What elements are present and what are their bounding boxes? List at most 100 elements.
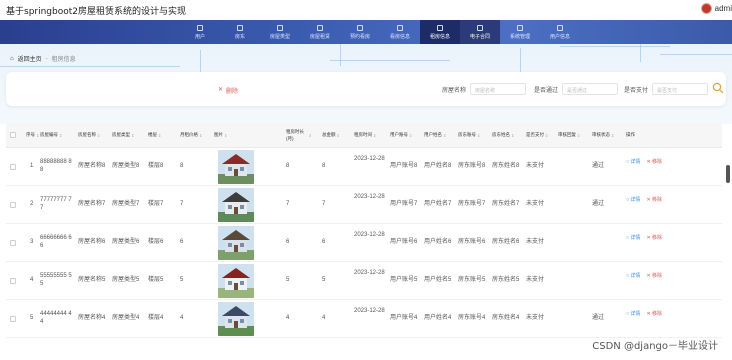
sort-icon[interactable]: ⇕: [199, 133, 202, 138]
nav-item[interactable]: 房屋类型: [260, 20, 300, 44]
nav-item[interactable]: 房屋租赁: [300, 20, 340, 44]
table-row[interactable]: 5 44444444 44 房屋名称4 房屋类型4 楼层4 4 4 4 2023-12-28 用户…: [6, 300, 722, 338]
nav-item[interactable]: 电子合同: [460, 20, 500, 44]
column-header[interactable]: 租房时长(月) ⇕: [286, 122, 312, 148]
column-header[interactable]: 楼层 ⇕: [148, 122, 161, 148]
column-header[interactable]: 房屋编号 ⇕: [40, 122, 62, 148]
delete-button[interactable]: ✕ 删除: [218, 86, 238, 95]
sort-icon[interactable]: ⇕: [477, 133, 480, 138]
title-bar: 基于springboot2房屋租赁系统的设计与实现 admi: [0, 0, 732, 20]
sort-icon[interactable]: ⇕: [59, 133, 62, 138]
cell-index: 5: [30, 315, 34, 321]
scrollbar[interactable]: [726, 165, 730, 183]
approved-select[interactable]: 是否通过: [562, 83, 619, 95]
detail-button[interactable]: ○ 详情: [626, 310, 640, 317]
column-header[interactable]: 图片 ⇕: [214, 122, 227, 148]
cell-floor: 楼层5: [148, 277, 164, 283]
deco-line: [340, 44, 341, 66]
sort-icon[interactable]: ⇕: [577, 133, 580, 138]
detail-button[interactable]: ○ 详情: [626, 234, 640, 241]
sort-icon[interactable]: ⇕: [611, 133, 614, 138]
nav-item[interactable]: 看房信息: [380, 20, 420, 44]
row-checkbox[interactable]: [10, 164, 16, 170]
nav-item[interactable]: 租房信息: [420, 20, 460, 44]
remove-button[interactable]: ✕ 移除: [646, 310, 662, 317]
column-header-label: 用户账号: [390, 132, 408, 137]
search-icon[interactable]: [712, 82, 724, 94]
remove-label: 移除: [652, 311, 663, 317]
remove-button[interactable]: ✕ 移除: [646, 272, 662, 279]
remove-button[interactable]: ✕ 移除: [646, 158, 662, 165]
column-header[interactable]: 操作: [626, 122, 635, 148]
column-header[interactable]: 用户账号 ⇕: [390, 122, 412, 148]
nav-item[interactable]: 房东: [220, 20, 260, 44]
remove-button[interactable]: ✕ 移除: [646, 196, 662, 203]
row-checkbox[interactable]: [10, 278, 16, 284]
nav-icon: [397, 24, 403, 31]
nav-item[interactable]: 用户信息: [540, 20, 580, 44]
nav-item[interactable]: 系统管理: [500, 20, 540, 44]
sort-icon[interactable]: ⇕: [131, 133, 134, 138]
column-header[interactable]: 审核回复 ⇕: [558, 122, 580, 148]
nav-icon: [477, 24, 483, 31]
table-row[interactable]: 3 66666666 66 房屋名称6 房屋类型6 楼层6 6 6 6 2023-12-28 用户…: [6, 224, 722, 262]
breadcrumb-home-link[interactable]: 返回主页: [18, 54, 42, 63]
row-checkbox[interactable]: [10, 202, 16, 208]
nav-item[interactable]: 用户: [180, 20, 220, 44]
sort-icon[interactable]: ⇕: [224, 133, 227, 138]
detail-label: 详情: [630, 311, 641, 317]
column-header[interactable]: 是否支付 ⇕: [526, 122, 548, 148]
row-checkbox[interactable]: [10, 316, 16, 322]
column-header[interactable]: 用户姓名 ⇕: [424, 122, 446, 148]
table-row[interactable]: 1 88888888 88 房屋名称8 房屋类型8 楼层8 8 8 8 2023-12-28 用户…: [6, 148, 722, 186]
column-header[interactable]: 总金额 ⇕: [322, 122, 340, 148]
sort-icon[interactable]: ⇕: [309, 132, 312, 139]
cell-date: 2023-12-28: [354, 156, 385, 162]
cell-date: 2023-12-28: [354, 232, 385, 238]
nav-item-label: 系统管理: [509, 33, 530, 40]
nav-icon: [277, 24, 283, 31]
nav-icon: [357, 24, 363, 31]
remove-button[interactable]: ✕ 移除: [646, 234, 662, 241]
table-row[interactable]: 4 55555555 55 房屋名称5 房屋类型5 楼层5 5 5 5 2023-12-28 用户…: [6, 262, 722, 300]
user-menu[interactable]: admi: [700, 3, 732, 14]
detail-button[interactable]: ○ 详情: [626, 196, 640, 203]
detail-button[interactable]: ○ 详情: [626, 272, 640, 279]
house-name-input[interactable]: 房屋名称: [470, 83, 527, 95]
sort-icon[interactable]: ⇕: [511, 133, 514, 138]
sort-icon[interactable]: ⇕: [337, 133, 340, 138]
sort-icon[interactable]: ⇕: [409, 133, 412, 138]
paid-select[interactable]: 是否支付: [652, 83, 709, 95]
column-header-label: 房东姓名: [492, 132, 510, 137]
column-header[interactable]: 房东账号 ⇕: [458, 122, 480, 148]
home-icon: ⌂: [10, 55, 14, 62]
cell-owner-name: 房东姓名7: [492, 201, 520, 207]
watermark: CSDN @django－毕业设计: [592, 341, 718, 352]
sort-icon[interactable]: ⇕: [97, 133, 100, 138]
sort-icon[interactable]: ⇕: [373, 133, 376, 138]
sort-icon[interactable]: ⇕: [545, 133, 548, 138]
column-header[interactable]: 序号 ⇕: [26, 122, 39, 148]
column-header[interactable]: 租房时间 ⇕: [354, 122, 376, 148]
sort-icon[interactable]: ⇕: [158, 133, 161, 138]
cell-user-account: 用户账号7: [390, 201, 418, 207]
sort-icon[interactable]: ⇕: [36, 133, 39, 138]
select-all-checkbox[interactable]: [10, 132, 16, 138]
column-header[interactable]: 房屋名称 ⇕: [78, 122, 100, 148]
column-header[interactable]: 月租价格 ⇕: [180, 122, 202, 148]
row-checkbox[interactable]: [10, 240, 16, 246]
column-header[interactable]: 房东姓名 ⇕: [492, 122, 514, 148]
cell-owner-account: 房东账号8: [458, 163, 486, 169]
column-header-label: 房屋名称: [78, 132, 96, 137]
detail-button[interactable]: ○ 详情: [626, 158, 640, 165]
column-header[interactable]: 审核状态 ⇕: [592, 122, 614, 148]
table-row[interactable]: 2 77777777 77 房屋名称7 房屋类型7 楼层7 7 7 7 2023-12-28 用户…: [6, 186, 722, 224]
column-header[interactable]: 房屋类型 ⇕: [112, 122, 134, 148]
column-header-label: 图片: [214, 132, 223, 137]
column-header-label: 总金额: [322, 132, 336, 137]
nav-item-label: 用户: [194, 33, 205, 40]
column-header-label: 序号: [26, 132, 35, 137]
cell-floor: 楼层8: [148, 163, 164, 169]
nav-item[interactable]: 预约看房: [340, 20, 380, 44]
sort-icon[interactable]: ⇕: [443, 133, 446, 138]
